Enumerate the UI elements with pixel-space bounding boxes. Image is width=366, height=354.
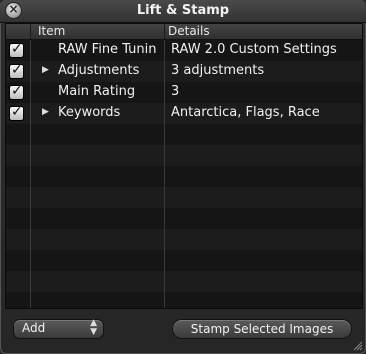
table-row[interactable]: ✓ ▶ Keywords Antarctica, Flags, Race bbox=[6, 103, 362, 124]
table-rows: ✓ RAW Fine Tunin RAW 2.0 Custom Settings… bbox=[6, 40, 362, 308]
table-row[interactable]: ✓ ▶ Adjustments 3 adjustments bbox=[6, 61, 362, 82]
empty-row bbox=[6, 292, 362, 308]
checkmark-icon: ✓ bbox=[11, 41, 23, 57]
header-divider bbox=[164, 24, 165, 39]
empty-row bbox=[6, 250, 362, 271]
disclosure-triangle-icon[interactable]: ▶ bbox=[42, 107, 49, 117]
row-details-label: Antarctica, Flags, Race bbox=[171, 105, 320, 120]
empty-row bbox=[6, 229, 362, 250]
column-divider bbox=[30, 40, 31, 308]
lift-stamp-table: Item Details ✓ RAW Fine Tunin RAW 2.0 Cu… bbox=[5, 23, 363, 309]
header-divider bbox=[30, 24, 31, 39]
window-title: Lift & Stamp bbox=[136, 3, 230, 18]
title-bar[interactable]: × Lift & Stamp bbox=[0, 0, 366, 23]
empty-row bbox=[6, 271, 362, 292]
table-row[interactable]: ✓ RAW Fine Tunin RAW 2.0 Custom Settings bbox=[6, 40, 362, 61]
checkmark-icon: ✓ bbox=[11, 83, 23, 99]
empty-row bbox=[6, 166, 362, 187]
checkbox[interactable]: ✓ bbox=[10, 41, 23, 57]
row-item-label: RAW Fine Tunin bbox=[58, 42, 157, 57]
popup-arrows-icon: ▲ ▼ bbox=[90, 318, 97, 337]
lift-stamp-window: × Lift & Stamp Item Details ✓ RAW Fine T… bbox=[0, 0, 366, 354]
checkmark-icon: ✓ bbox=[11, 62, 23, 78]
row-details-label: 3 adjustments bbox=[171, 63, 265, 78]
checkbox[interactable]: ✓ bbox=[10, 62, 23, 78]
checkbox[interactable]: ✓ bbox=[10, 104, 23, 120]
empty-row bbox=[6, 124, 362, 145]
row-item-label: Keywords bbox=[58, 105, 121, 120]
checkmark-icon: ✓ bbox=[11, 104, 23, 120]
resize-grip-icon[interactable] bbox=[351, 339, 363, 351]
empty-row bbox=[6, 187, 362, 208]
table-row[interactable]: ✓ Main Rating 3 bbox=[6, 82, 362, 103]
row-details-label: 3 bbox=[171, 84, 180, 99]
row-item-label: Adjustments bbox=[58, 63, 140, 78]
row-item-label: Main Rating bbox=[58, 84, 136, 99]
disclosure-triangle-icon[interactable]: ▶ bbox=[42, 65, 49, 75]
column-divider bbox=[164, 40, 165, 308]
checkbox[interactable]: ✓ bbox=[10, 83, 23, 99]
column-header-details[interactable]: Details bbox=[168, 24, 210, 39]
empty-row bbox=[6, 145, 362, 166]
row-details-label: RAW 2.0 Custom Settings bbox=[171, 42, 337, 57]
table-header: Item Details bbox=[6, 24, 362, 40]
column-header-item[interactable]: Item bbox=[38, 24, 65, 39]
stamp-selected-images-button[interactable]: Stamp Selected Images bbox=[173, 320, 351, 338]
empty-row bbox=[6, 208, 362, 229]
add-button-label: Add bbox=[22, 321, 46, 335]
add-popup-button[interactable]: Add ▲ ▼ bbox=[14, 318, 103, 338]
